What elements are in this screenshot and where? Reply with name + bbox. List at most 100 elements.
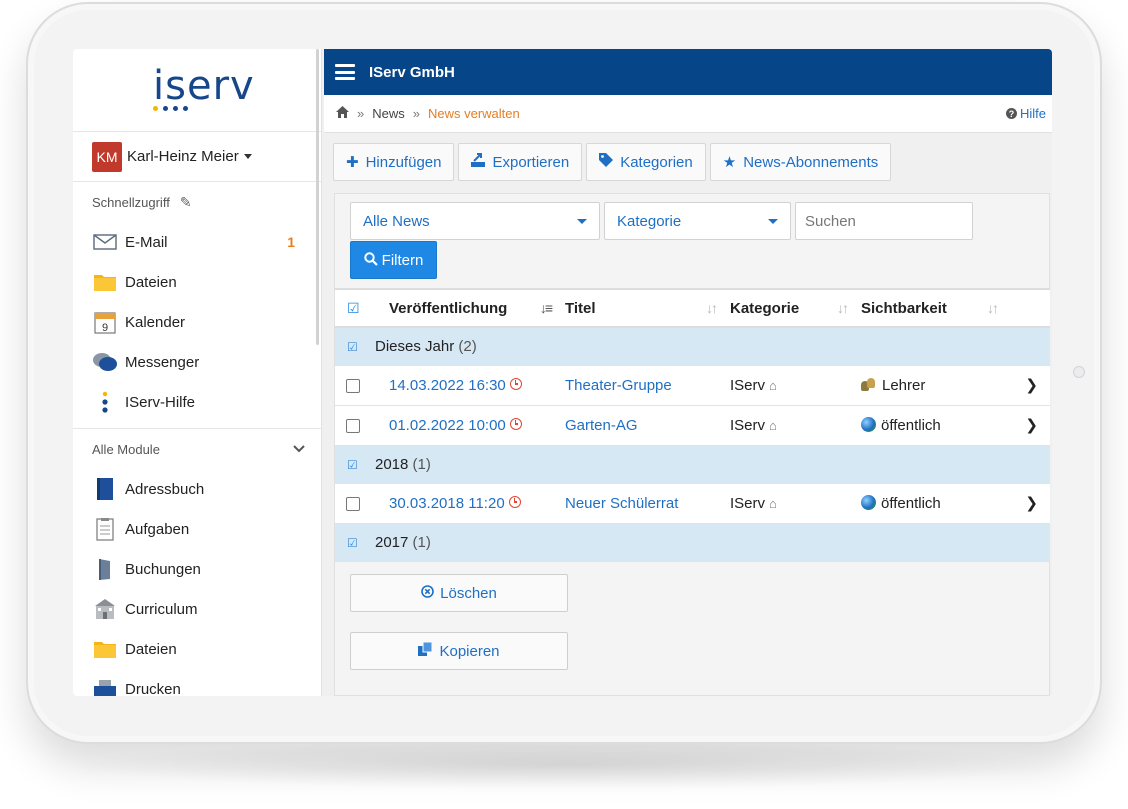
- door-icon: [92, 557, 118, 581]
- column-header-category[interactable]: Kategorie ↓↑: [728, 288, 859, 328]
- check-all-icon: ☑: [347, 299, 360, 316]
- sidebar-item-addressbook[interactable]: Adressbuch: [73, 469, 321, 509]
- breadcrumb-news[interactable]: News: [372, 106, 405, 121]
- table-row[interactable]: 01.02.2022 10:00 Garten-AG IServ ⌂ öffent…: [335, 405, 1050, 446]
- select-all-checkbox[interactable]: ☑: [335, 288, 375, 328]
- breadcrumb-separator: »: [412, 106, 420, 121]
- filter-button[interactable]: Filtern: [350, 241, 437, 279]
- row-checkbox[interactable]: [346, 378, 360, 393]
- group-check-icon[interactable]: ☑: [335, 327, 375, 366]
- export-button[interactable]: Exportieren: [458, 143, 583, 181]
- column-header-publication[interactable]: Veröffentlichung ↓≡: [375, 288, 563, 328]
- hamburger-menu-icon[interactable]: [335, 64, 355, 80]
- sidebar-item-label: Dateien: [125, 273, 177, 291]
- quick-access-header: Schnellzugriff ✎: [73, 182, 321, 222]
- sidebar-item-label: E-Mail: [125, 233, 168, 251]
- pencil-icon[interactable]: ✎: [180, 194, 192, 211]
- home-icon[interactable]: [336, 106, 349, 121]
- sidebar-item-files-module[interactable]: Dateien: [73, 629, 321, 669]
- news-visibility: öffentlich: [881, 494, 941, 512]
- breadcrumb: » News » News verwalten ? Hilfe: [324, 95, 1052, 133]
- column-header-title[interactable]: Titel ↓↑: [563, 288, 728, 328]
- category-filter-select[interactable]: Kategorie: [604, 202, 791, 240]
- sort-icon[interactable]: ↓↑: [706, 300, 718, 316]
- address-book-icon: [92, 477, 118, 501]
- search-input[interactable]: [795, 202, 973, 240]
- news-visibility: öffentlich: [881, 416, 941, 434]
- tag-icon: [599, 153, 614, 171]
- row-checkbox[interactable]: [346, 418, 360, 433]
- sidebar-item-bookings[interactable]: Buchungen: [73, 549, 321, 589]
- school-building-icon: [92, 597, 118, 621]
- sidebar-item-tasks[interactable]: Aufgaben: [73, 509, 321, 549]
- dropdown-arrow-icon: [577, 218, 587, 224]
- star-icon: ★: [722, 154, 737, 171]
- column-label: Titel: [565, 299, 596, 317]
- sort-icon[interactable]: ↓↑: [987, 300, 999, 316]
- home-icon: ⌂: [769, 418, 777, 434]
- logo-area[interactable]: iserv: [73, 49, 321, 132]
- publication-date[interactable]: 14.03.2022 16:30: [389, 377, 506, 394]
- envelope-icon: [92, 230, 118, 254]
- news-filter-value: Alle News: [363, 212, 430, 230]
- group-row[interactable]: ☑ 2017 (1): [335, 523, 1050, 562]
- user-menu[interactable]: KM Karl-Heinz Meier: [73, 132, 321, 182]
- publication-date[interactable]: 01.02.2022 10:00: [389, 417, 506, 434]
- table-row[interactable]: 30.03.2018 11:20 Neuer Schülerrat IServ ⌂…: [335, 483, 1050, 524]
- news-title[interactable]: Theater-Gruppe: [565, 377, 672, 394]
- group-check-icon[interactable]: ☑: [335, 445, 375, 484]
- printer-icon: [92, 677, 118, 696]
- iserv-logo[interactable]: iserv: [147, 63, 254, 111]
- sidebar-item-calendar[interactable]: 9 Kalender: [73, 302, 321, 342]
- chevron-right-icon[interactable]: ❯: [1009, 483, 1050, 524]
- news-title[interactable]: Neuer Schülerrat: [565, 495, 678, 512]
- filter-label: Filtern: [381, 251, 424, 269]
- tablet-shadow: [60, 740, 1070, 790]
- copy-button[interactable]: Kopieren: [350, 632, 568, 670]
- sort-icon[interactable]: ↓↑: [837, 300, 849, 316]
- column-header-visibility[interactable]: Sichtbarkeit ↓↑: [859, 288, 1009, 328]
- chevron-right-icon[interactable]: ❯: [1009, 405, 1050, 446]
- column-header-actions: [1009, 288, 1050, 328]
- news-title[interactable]: Garten-AG: [565, 417, 638, 434]
- chevron-down-icon[interactable]: [293, 442, 305, 456]
- table-row[interactable]: 14.03.2022 16:30 Theater-Gruppe IServ ⌂ L…: [335, 365, 1050, 406]
- publication-date[interactable]: 30.03.2018 11:20: [389, 495, 505, 512]
- row-checkbox[interactable]: [346, 496, 360, 511]
- chevron-right-icon[interactable]: ❯: [1009, 365, 1050, 406]
- sidebar-item-print[interactable]: Drucken: [73, 669, 321, 696]
- category-filter-value: Kategorie: [617, 212, 682, 230]
- action-toolbar: ✚ Hinzufügen Exportieren Kategorien ★ Ne…: [333, 143, 892, 181]
- tablet-home-dot: [1073, 366, 1085, 378]
- sort-desc-icon[interactable]: ↓≡: [540, 300, 553, 316]
- group-label: 2018: [375, 455, 409, 473]
- sidebar-item-files[interactable]: Dateien: [73, 262, 321, 302]
- question-circle-icon: ?: [1005, 108, 1017, 119]
- delete-button[interactable]: Löschen: [350, 574, 568, 612]
- chat-bubbles-icon: [92, 350, 118, 374]
- top-bar: IServ GmbH: [324, 49, 1052, 95]
- avatar: KM: [92, 141, 122, 172]
- sidebar-item-messenger[interactable]: Messenger: [73, 342, 321, 382]
- breadcrumb-separator: »: [357, 106, 365, 121]
- help-link[interactable]: ? Hilfe: [1005, 106, 1046, 121]
- news-filter-select[interactable]: Alle News: [350, 202, 600, 240]
- user-name: Karl-Heinz Meier: [127, 148, 239, 165]
- sidebar-item-label: Curriculum: [125, 600, 198, 618]
- search-icon: [363, 251, 378, 269]
- group-label: 2017: [375, 533, 409, 551]
- all-modules-header[interactable]: Alle Module: [73, 429, 321, 469]
- categories-button[interactable]: Kategorien: [586, 143, 706, 181]
- clock-icon: [509, 378, 522, 391]
- sidebar-item-curriculum[interactable]: Curriculum: [73, 589, 321, 629]
- add-button[interactable]: ✚ Hinzufügen: [333, 143, 455, 181]
- group-check-icon[interactable]: ☑: [335, 523, 375, 562]
- group-row[interactable]: ☑ 2018 (1): [335, 445, 1050, 484]
- folder-icon: [92, 637, 118, 661]
- subscriptions-button[interactable]: ★ News-Abonnements: [709, 143, 892, 181]
- sidebar-item-email[interactable]: E-Mail 1: [73, 222, 321, 262]
- clock-icon: [509, 418, 522, 431]
- group-row[interactable]: ☑ Dieses Jahr (2): [335, 327, 1050, 366]
- sidebar-item-help[interactable]: IServ-Hilfe: [73, 382, 321, 422]
- all-modules-title: Alle Module: [92, 441, 160, 457]
